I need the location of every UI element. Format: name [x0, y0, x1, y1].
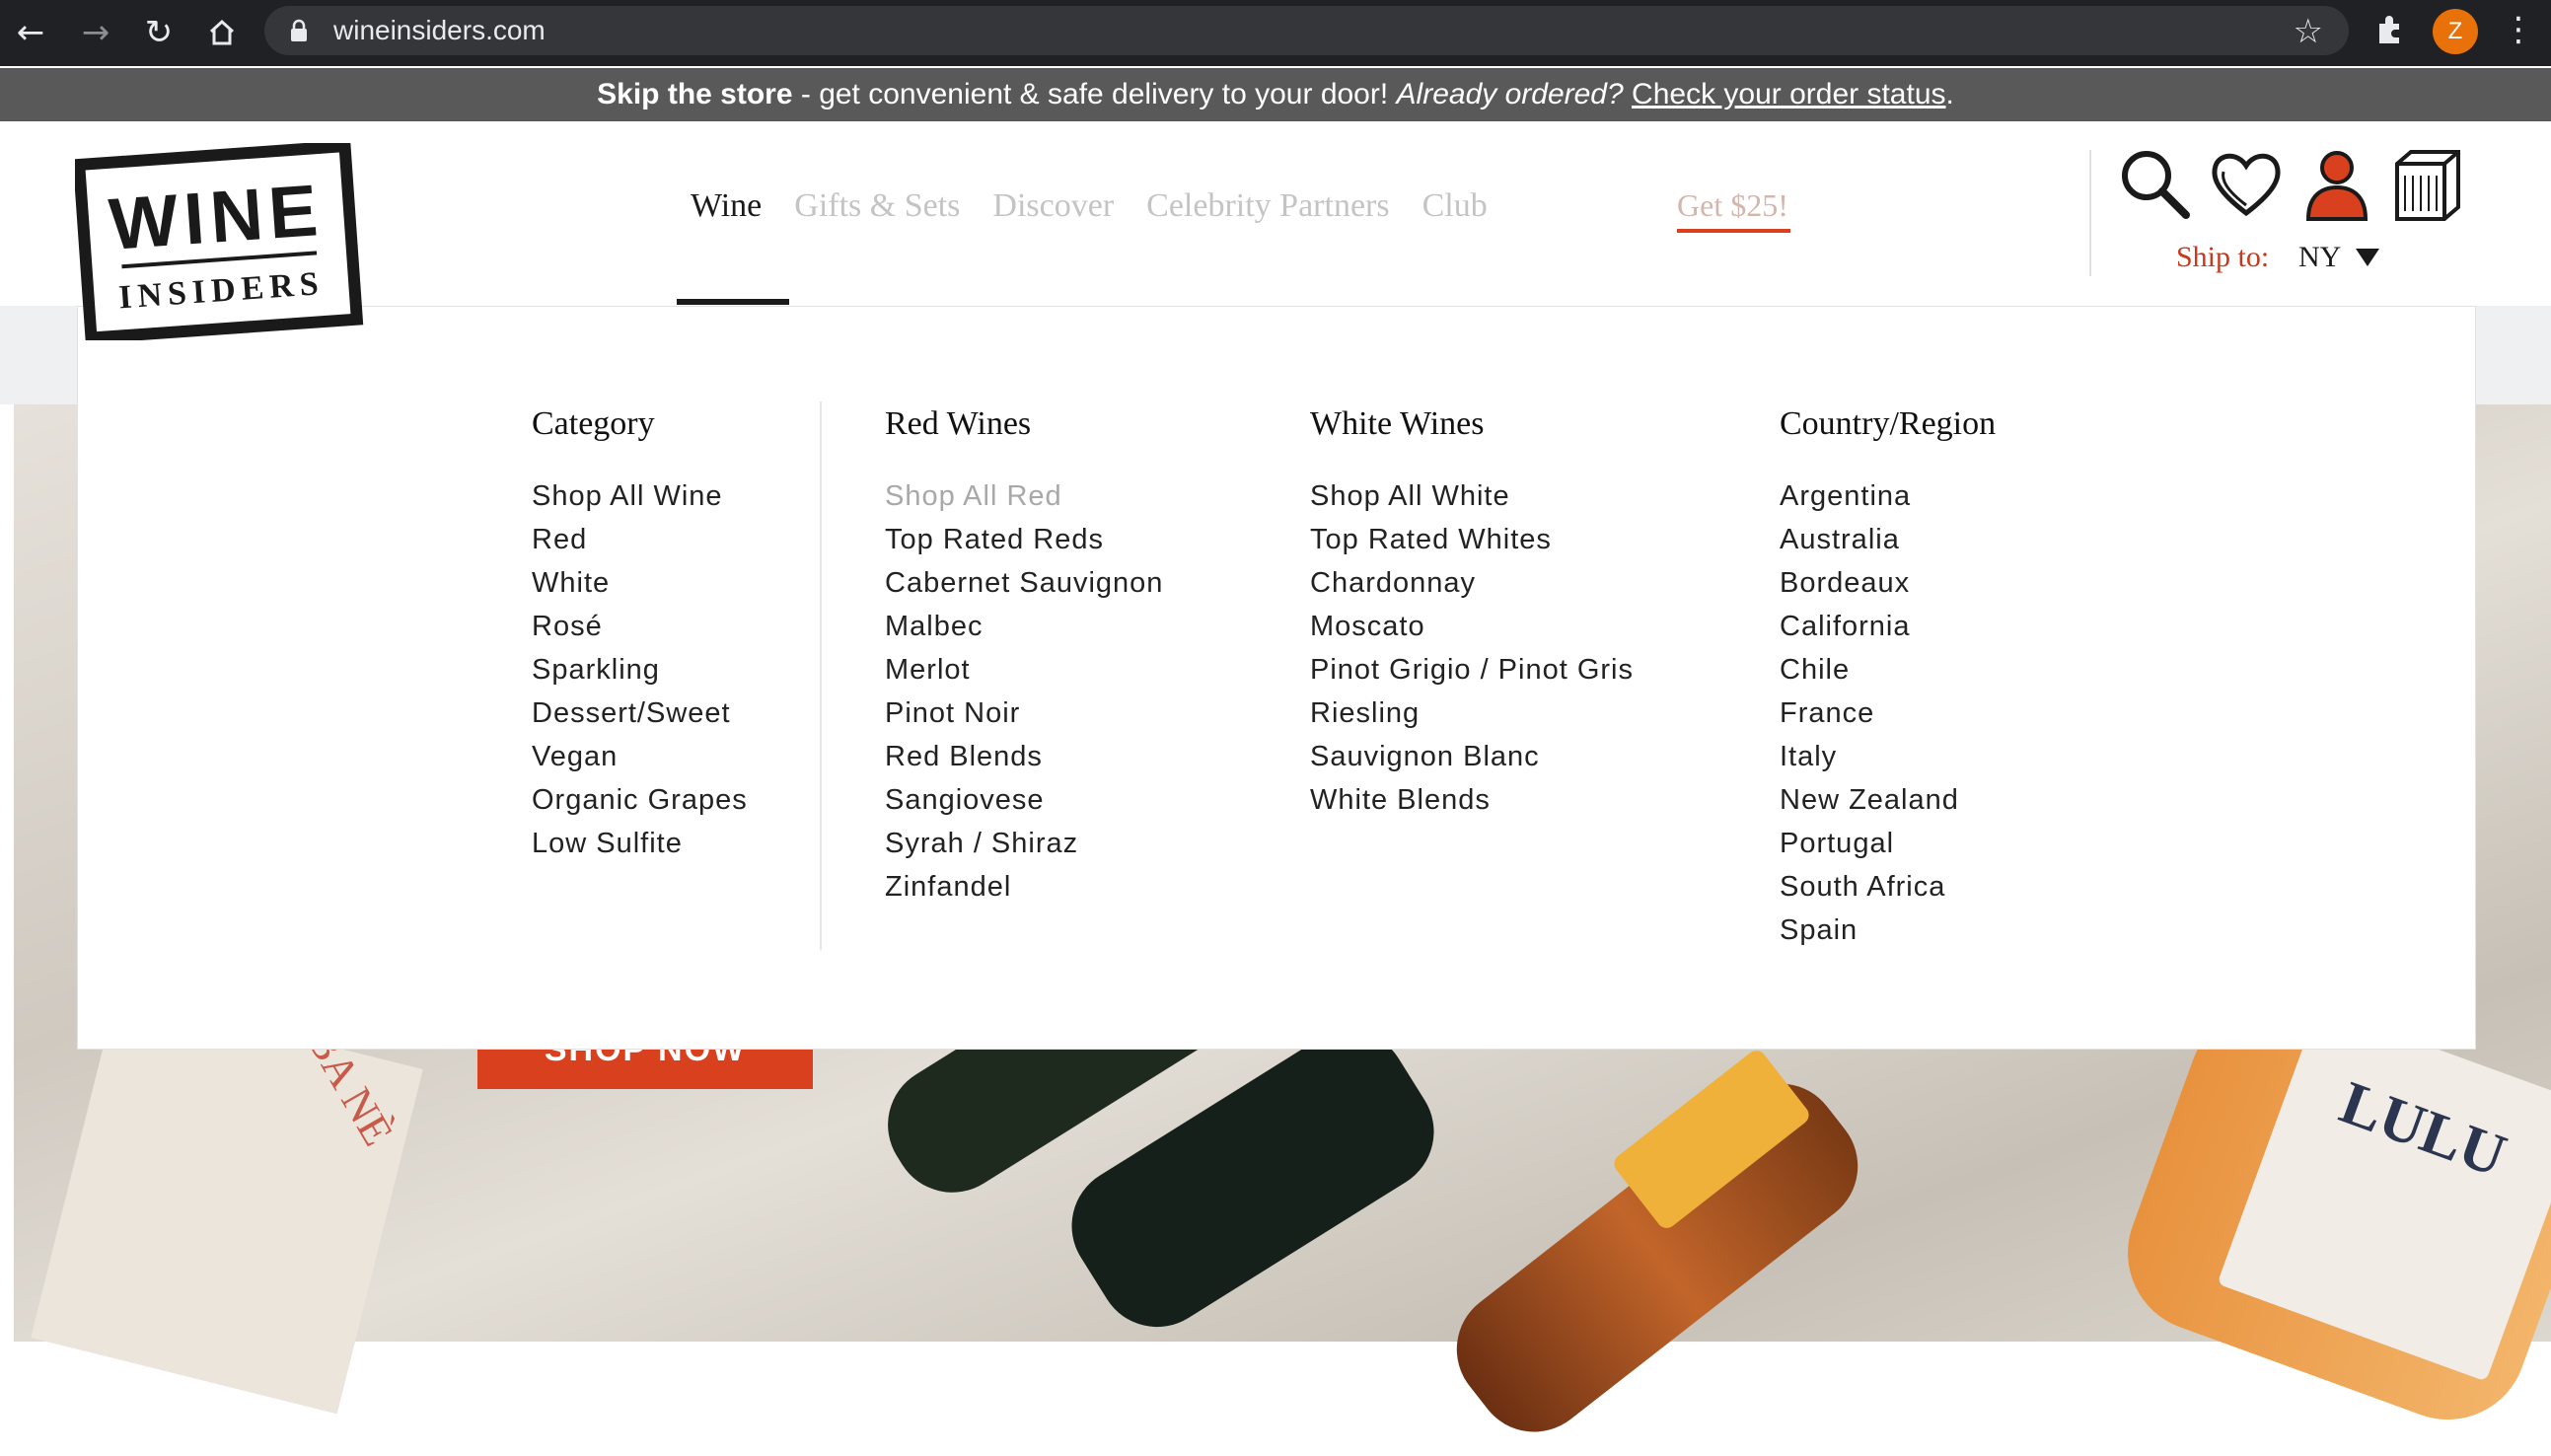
- browser-menu-icon[interactable]: ⋮: [2502, 10, 2535, 55]
- menu-link[interactable]: Italy: [1780, 735, 1996, 778]
- nav-celebrity-partners[interactable]: Celebrity Partners: [1146, 187, 1389, 237]
- menu-column-country-region: Country/Region Argentina Australia Borde…: [1780, 405, 1996, 952]
- address-bar[interactable]: wineinsiders.com ☆: [264, 6, 2349, 55]
- ship-state-value[interactable]: NY: [2298, 241, 2341, 274]
- menu-link[interactable]: Bordeaux: [1780, 561, 1996, 605]
- url-text: wineinsiders.com: [333, 15, 546, 45]
- order-status-link[interactable]: Check your order status: [1632, 78, 1945, 110]
- home-icon[interactable]: [199, 10, 245, 55]
- menu-link[interactable]: Chile: [1780, 648, 1996, 692]
- forward-arrow-icon[interactable]: →: [73, 10, 118, 55]
- get-25-link[interactable]: Get $25!: [1677, 187, 1788, 224]
- nav-discover[interactable]: Discover: [992, 187, 1114, 237]
- extensions-puzzle-icon[interactable]: [2373, 12, 2413, 51]
- main-nav: Wine Gifts & Sets Discover Celebrity Par…: [691, 187, 1488, 237]
- menu-link[interactable]: Shop All Wine: [532, 474, 748, 518]
- menu-link[interactable]: White Blends: [1310, 778, 1634, 822]
- menu-link[interactable]: Dessert/Sweet: [532, 692, 748, 735]
- menu-link[interactable]: Zinfandel: [885, 865, 1163, 909]
- menu-link-hovered[interactable]: Shop All Red: [885, 474, 1163, 518]
- menu-link[interactable]: Malbec: [885, 605, 1163, 648]
- nav-wine[interactable]: Wine: [691, 187, 762, 237]
- back-arrow-icon[interactable]: ←: [8, 10, 53, 55]
- reload-icon[interactable]: ↻: [136, 10, 182, 55]
- menu-column-title: Country/Region: [1780, 405, 1997, 442]
- nav-active-indicator: [677, 299, 789, 305]
- wine-insiders-logo[interactable]: WINE INSIDERS ®: [72, 139, 371, 344]
- menu-link[interactable]: Chardonnay: [1310, 561, 1634, 605]
- caret-down-icon[interactable]: [2356, 249, 2379, 266]
- menu-column-red-wines: Red Wines Shop All Red Top Rated Reds Ca…: [885, 405, 1163, 909]
- profile-avatar[interactable]: Z: [2433, 9, 2478, 54]
- header-divider: [2089, 150, 2091, 276]
- cart-box-icon[interactable]: [2389, 146, 2466, 223]
- menu-link[interactable]: Merlot: [885, 648, 1163, 692]
- logo-registered-mark: ®: [353, 302, 362, 316]
- logo-wine-text: WINE: [107, 169, 326, 265]
- wine-mega-menu: Category Shop All Wine Red White Rosé Sp…: [77, 306, 2476, 1050]
- menu-link[interactable]: South Africa: [1780, 865, 1996, 909]
- menu-link[interactable]: Pinot Noir: [885, 692, 1163, 735]
- menu-link[interactable]: Riesling: [1310, 692, 1634, 735]
- menu-link[interactable]: California: [1780, 605, 1996, 648]
- menu-link[interactable]: Pinot Grigio / Pinot Gris: [1310, 648, 1634, 692]
- menu-column-title: Category: [532, 405, 655, 442]
- lock-icon: [291, 19, 307, 41]
- menu-link[interactable]: New Zealand: [1780, 778, 1996, 822]
- browser-toolbar: ← → ↻ wineinsiders.com ☆ Z ⋮: [0, 0, 2551, 66]
- menu-link[interactable]: Moscato: [1310, 605, 1634, 648]
- heart-icon[interactable]: [2208, 146, 2285, 223]
- menu-link[interactable]: Argentina: [1780, 474, 1996, 518]
- promo-bold: Skip the store: [597, 78, 793, 110]
- account-user-icon[interactable]: [2298, 146, 2375, 223]
- menu-link[interactable]: Organic Grapes: [532, 778, 748, 822]
- promo-italic: Already ordered?: [1396, 78, 1624, 110]
- get-25-underline: [1677, 229, 1790, 233]
- promo-end: .: [1945, 78, 1954, 110]
- menu-link[interactable]: Low Sulfite: [532, 822, 748, 865]
- menu-link[interactable]: Vegan: [532, 735, 748, 778]
- nav-gifts-sets[interactable]: Gifts & Sets: [794, 187, 960, 237]
- menu-link[interactable]: Spain: [1780, 909, 1996, 952]
- ship-to-label: Ship to:: [2176, 241, 2270, 273]
- menu-link[interactable]: Red Blends: [885, 735, 1163, 778]
- menu-link[interactable]: Australia: [1780, 518, 1996, 561]
- menu-link[interactable]: Rosé: [532, 605, 748, 648]
- menu-column-white-wines: White Wines Shop All White Top Rated Whi…: [1310, 405, 1634, 822]
- menu-column-title: White Wines: [1310, 405, 1485, 442]
- nav-club[interactable]: Club: [1422, 187, 1488, 237]
- menu-column-divider: [820, 401, 822, 950]
- menu-link[interactable]: Cabernet Sauvignon: [885, 561, 1163, 605]
- bookmark-star-icon[interactable]: ☆: [2294, 12, 2323, 51]
- menu-link[interactable]: Sauvignon Blanc: [1310, 735, 1634, 778]
- menu-column-category: Category Shop All Wine Red White Rosé Sp…: [532, 405, 748, 865]
- promo-banner: Skip the store - get convenient & safe d…: [0, 68, 2551, 121]
- menu-link[interactable]: France: [1780, 692, 1996, 735]
- menu-link[interactable]: Sparkling: [532, 648, 748, 692]
- menu-link[interactable]: Top Rated Reds: [885, 518, 1163, 561]
- menu-link[interactable]: Red: [532, 518, 748, 561]
- menu-link[interactable]: White: [532, 561, 748, 605]
- menu-link[interactable]: Sangiovese: [885, 778, 1163, 822]
- menu-link[interactable]: Top Rated Whites: [1310, 518, 1634, 561]
- menu-link[interactable]: Portugal: [1780, 822, 1996, 865]
- promo-text: - get convenient & safe delivery to your…: [792, 78, 1397, 110]
- menu-link[interactable]: Shop All White: [1310, 474, 1634, 518]
- menu-link[interactable]: Syrah / Shiraz: [885, 822, 1163, 865]
- search-icon[interactable]: [2117, 146, 2194, 223]
- menu-column-title: Red Wines: [885, 405, 1032, 442]
